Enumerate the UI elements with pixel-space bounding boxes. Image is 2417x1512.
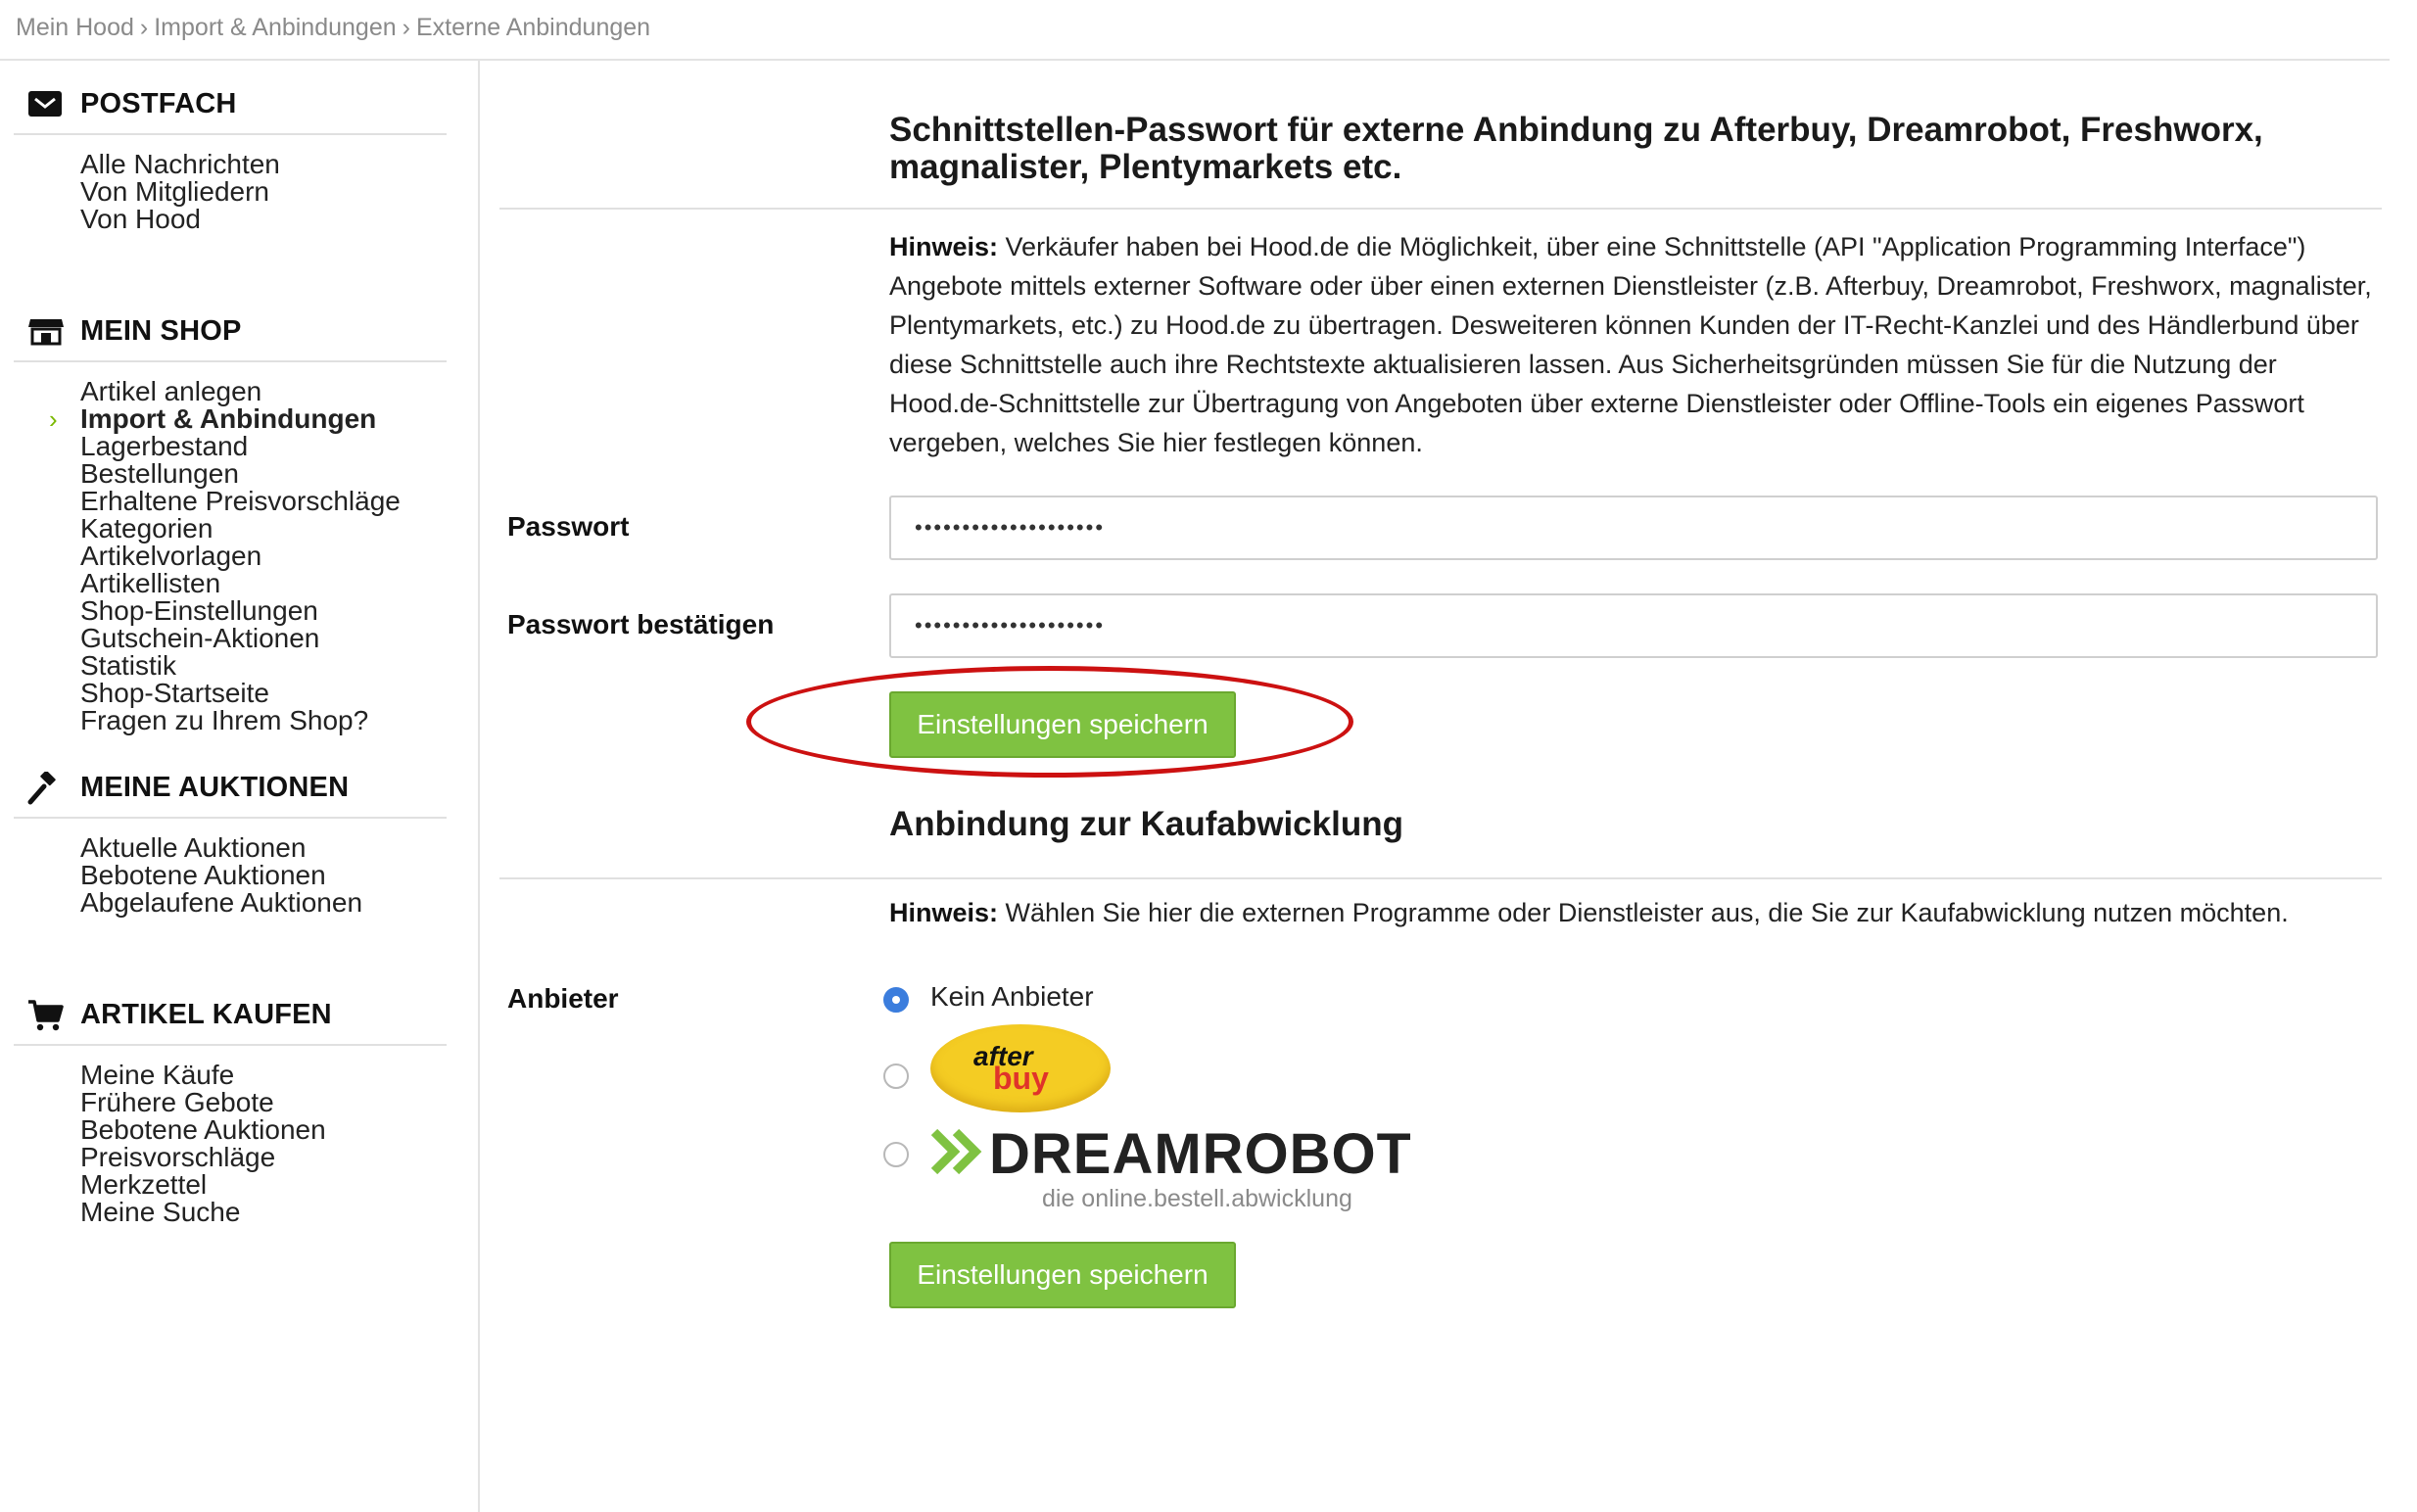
cart-icon: [27, 999, 64, 1031]
breadcrumb-link-import[interactable]: Import & Anbindungen: [154, 14, 396, 41]
radio-label-kein-anbieter[interactable]: Kein Anbieter: [930, 981, 1094, 1013]
dreamrobot-logo[interactable]: DREAMROBOT die online.bestell.abwicklung: [930, 1118, 1411, 1218]
sidebar-section-meine-auktionen: MEINE AUKTIONEN: [14, 758, 447, 819]
radio-dreamrobot[interactable]: [883, 1142, 909, 1167]
password-field[interactable]: ••••••••••••••••••••: [889, 496, 2378, 560]
shop-icon: [27, 315, 64, 347]
checkout-title: Anbindung zur Kaufabwicklung: [889, 805, 1403, 843]
breadcrumb: Mein Hood › Import & Anbindungen › Externe A…: [16, 8, 650, 47]
section-title: MEIN SHOP: [80, 315, 242, 347]
envelope-icon: [27, 88, 63, 119]
section-divider: [499, 208, 2382, 210]
sidebar: POSTFACH Alle Nachrichten Von Mitglieder…: [0, 61, 480, 1512]
password-confirm-field[interactable]: ••••••••••••••••••••: [889, 593, 2378, 658]
red-highlight-ellipse: [746, 666, 1353, 778]
hint-text: Wählen Sie hier die externen Programme o…: [998, 898, 2289, 927]
hint-text: Verkäufer haben bei Hood.de die Möglichk…: [889, 232, 2372, 457]
afterbuy-logo-text: buy: [993, 1061, 1049, 1096]
chevron-right-icon: ›: [49, 404, 58, 434]
radio-kein-anbieter[interactable]: [883, 987, 909, 1013]
sidebar-item-abgelaufene-auktionen[interactable]: Abgelaufene Auktionen: [80, 881, 362, 924]
hint-label: Hinweis:: [889, 232, 999, 261]
api-password-title: Schnittstellen-Passwort für externe Anbi…: [889, 111, 2263, 186]
hint-label: Hinweis:: [889, 898, 999, 927]
provider-label: Anbieter: [507, 983, 619, 1014]
breadcrumb-separator: ›: [139, 14, 149, 41]
save-settings-button-checkout[interactable]: Einstellungen speichern: [889, 1242, 1236, 1308]
sidebar-section-postfach: POSTFACH: [14, 74, 447, 135]
sidebar-item-fragen-zum-shop[interactable]: Fragen zu Ihrem Shop?: [80, 699, 368, 742]
sidebar-item-von-hood[interactable]: Von Hood: [80, 198, 201, 241]
afterbuy-logo[interactable]: after buy: [930, 1024, 1111, 1112]
gavel-icon: [27, 770, 63, 805]
sidebar-section-mein-shop: MEIN SHOP: [14, 302, 447, 362]
sidebar-section-artikel-kaufen: ARTIKEL KAUFEN: [14, 985, 447, 1046]
api-hint: Hinweis: Verkäufer haben bei Hood.de die…: [889, 227, 2378, 462]
password-label: Passwort: [507, 511, 630, 542]
section-title: POSTFACH: [80, 88, 237, 119]
dreamrobot-logo-subtext: die online.bestell.abwicklung: [1042, 1185, 1352, 1212]
password-confirm-label: Passwort bestätigen: [507, 609, 775, 639]
breadcrumb-current: Externe Anbindungen: [415, 14, 651, 41]
dreamrobot-logo-text: DREAMROBOT: [989, 1122, 1410, 1186]
radio-afterbuy[interactable]: [883, 1063, 909, 1089]
checkout-hint: Hinweis: Wählen Sie hier die externen Pr…: [889, 893, 2378, 932]
sidebar-item-meine-suche[interactable]: Meine Suche: [80, 1191, 240, 1234]
section-title: ARTIKEL KAUFEN: [80, 999, 332, 1030]
section-divider: [499, 877, 2382, 879]
breadcrumb-separator: ›: [402, 14, 410, 41]
section-title: MEINE AUKTIONEN: [80, 772, 350, 803]
main-content: Schnittstellen-Passwort für externe Anbi…: [480, 61, 2399, 1512]
breadcrumb-link-mein-hood[interactable]: Mein Hood: [16, 14, 134, 41]
